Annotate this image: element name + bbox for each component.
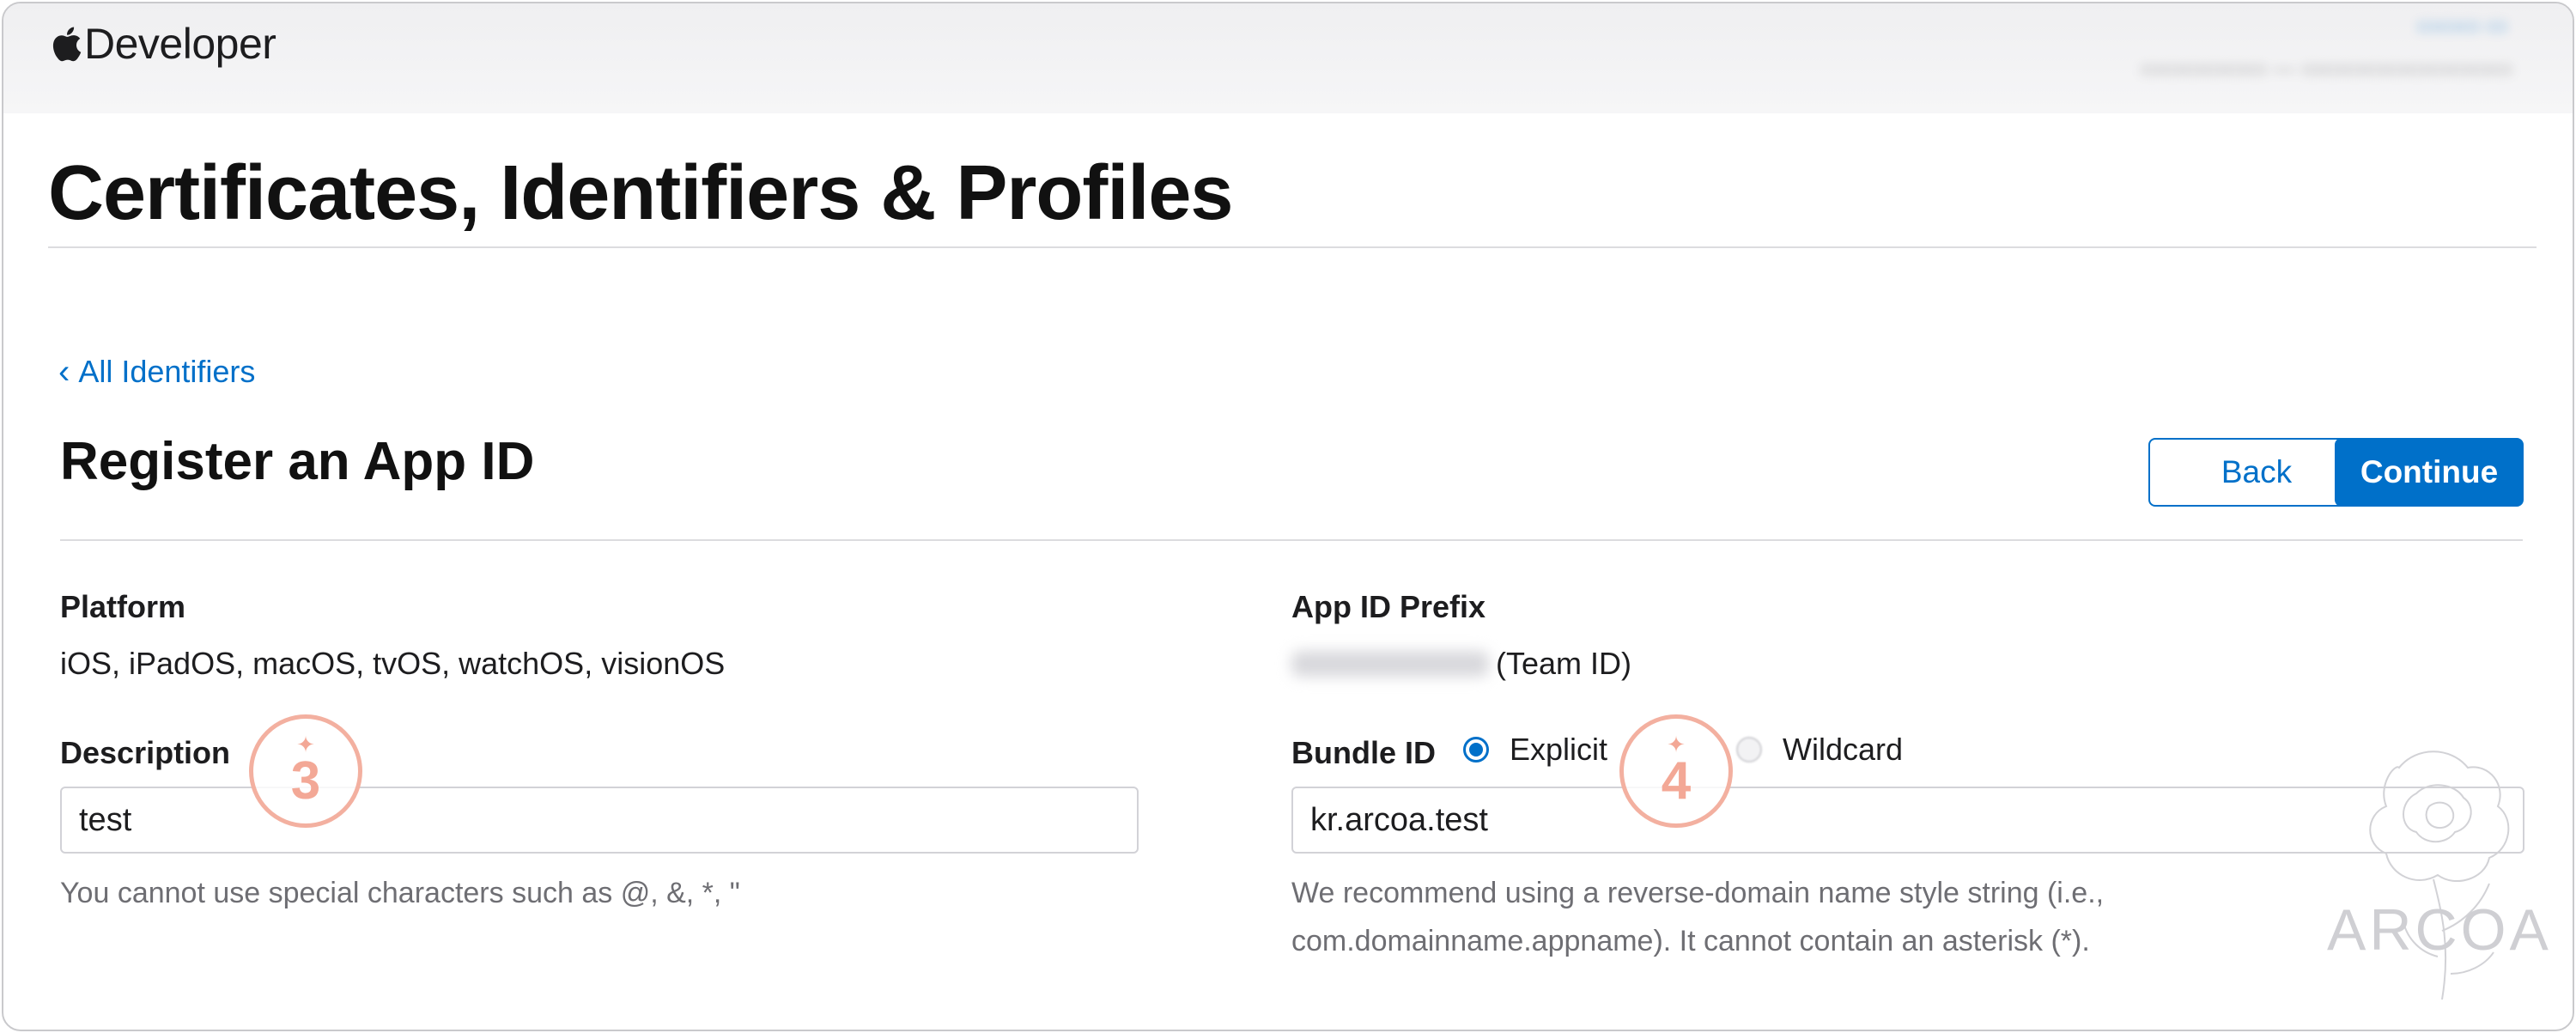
all-identifiers-link[interactable]: ‹ All Identifiers: [58, 354, 255, 390]
bundle-id-help-line-1: We recommend using a reverse-domain name…: [1291, 877, 2105, 909]
chevron-left-icon: ‹: [58, 353, 70, 391]
team-id-suffix: (Team ID): [1496, 646, 1632, 681]
step-marker-3: ✦ 3: [249, 714, 362, 828]
register-app-id-title: Register an App ID: [60, 432, 535, 491]
description-help-text: You cannot use special characters such a…: [60, 877, 740, 909]
platform-label: Platform: [60, 589, 186, 624]
title-divider: [48, 246, 2537, 248]
account-link-redacted[interactable]: ▭▭▭ ▭: [2417, 12, 2508, 39]
developer-brand[interactable]: Developer: [48, 19, 276, 69]
description-label: Description: [60, 735, 231, 770]
app-id-prefix-label: App ID Prefix: [1291, 589, 1486, 624]
watermark-text: ARCOA: [2327, 897, 2552, 963]
account-info-redacted: ▭▭▭▭▭▭ — ▭▭▭▭▭▭▭▭▭▭: [2140, 54, 2513, 81]
platform-value: iOS, iPadOS, macOS, tvOS, watchOS, visio…: [60, 646, 726, 681]
bundle-id-label: Bundle ID: [1291, 735, 1436, 770]
explicit-radio-label[interactable]: Explicit: [1510, 732, 1607, 768]
team-id-redacted: [1291, 651, 1489, 677]
page-title: Certificates, Identifiers & Profiles: [48, 150, 1233, 236]
apple-logo-icon: [48, 23, 82, 64]
global-header: Developer ▭▭▭ ▭ ▭▭▭▭▭▭ — ▭▭▭▭▭▭▭▭▭▭: [3, 3, 2573, 113]
continue-button[interactable]: Continue: [2335, 438, 2524, 507]
step-marker-4: ✦ 4: [1619, 714, 1733, 828]
back-button[interactable]: Back: [2148, 438, 2365, 507]
arcoa-flower-watermark-icon: [2322, 733, 2554, 1017]
app-window: Developer ▭▭▭ ▭ ▭▭▭▭▭▭ — ▭▭▭▭▭▭▭▭▭▭ Cert…: [2, 2, 2574, 1031]
wildcard-radio[interactable]: [1736, 737, 1763, 763]
all-identifiers-label: All Identifiers: [78, 354, 256, 389]
description-input[interactable]: [60, 787, 1139, 854]
explicit-radio[interactable]: [1463, 737, 1489, 763]
bundle-id-help-line-2: com.domainname.appname). It cannot conta…: [1291, 925, 2090, 957]
section-divider: [60, 539, 2523, 541]
brand-name: Developer: [84, 20, 276, 68]
wildcard-radio-label[interactable]: Wildcard: [1783, 732, 1903, 768]
